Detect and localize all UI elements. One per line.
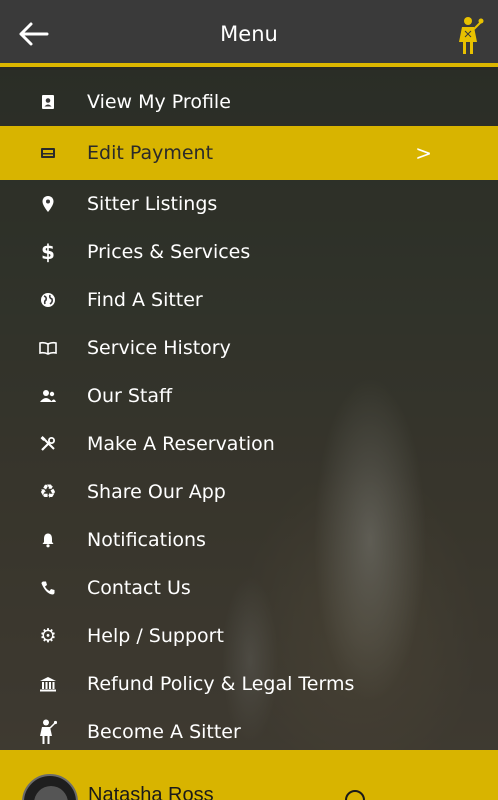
dollar-icon: $ xyxy=(41,240,55,264)
bank-icon xyxy=(36,672,60,696)
status-indicator-icon xyxy=(345,790,365,800)
app-header: Menu xyxy=(0,0,498,67)
user-name: Natasha Ross xyxy=(88,784,214,800)
menu-item-label: Find A Sitter xyxy=(87,289,203,311)
phone-icon xyxy=(36,576,60,600)
menu-item-label: Service History xyxy=(87,337,231,359)
staff-icon xyxy=(36,384,60,408)
menu-item-make-a-reservation[interactable]: Make A Reservation xyxy=(0,420,498,468)
menu-item-our-staff[interactable]: Our Staff xyxy=(0,372,498,420)
location-pin-icon xyxy=(36,192,60,216)
sitter-logo-icon xyxy=(456,16,484,56)
recycle-icon: ♻ xyxy=(39,481,57,503)
menu-item-share-our-app[interactable]: ♻ Share Our App xyxy=(0,468,498,516)
menu-item-label: Notifications xyxy=(87,529,206,551)
avatar[interactable] xyxy=(22,774,78,800)
menu-item-label: Sitter Listings xyxy=(87,193,218,215)
globe-icon xyxy=(36,288,60,312)
menu-item-refund-policy[interactable]: Refund Policy & Legal Terms xyxy=(0,660,498,708)
menu-item-label: Share Our App xyxy=(87,481,226,503)
avatar-photo xyxy=(34,786,68,800)
gear-icon: ⚙ xyxy=(39,625,57,647)
menu-item-notifications[interactable]: Notifications xyxy=(0,516,498,564)
menu-item-help-support[interactable]: ⚙ Help / Support xyxy=(0,612,498,660)
menu-item-prices-services[interactable]: $ Prices & Services xyxy=(0,228,498,276)
tools-icon xyxy=(36,432,60,456)
menu-item-find-a-sitter[interactable]: Find A Sitter xyxy=(0,276,498,324)
menu-item-label: Help / Support xyxy=(87,625,224,647)
side-menu: View My Profile Edit Payment > Sitter Li… xyxy=(0,78,498,756)
menu-item-service-history[interactable]: Service History xyxy=(0,324,498,372)
page-title: Menu xyxy=(220,22,278,46)
menu-item-contact-us[interactable]: Contact Us xyxy=(0,564,498,612)
sitter-icon xyxy=(36,719,60,744)
menu-item-label: Edit Payment xyxy=(87,142,214,164)
menu-item-label: Contact Us xyxy=(87,577,191,599)
menu-item-label: Refund Policy & Legal Terms xyxy=(87,673,355,695)
profile-card-icon xyxy=(36,90,60,114)
menu-item-sitter-listings[interactable]: Sitter Listings xyxy=(0,180,498,228)
menu-item-label: Our Staff xyxy=(87,385,173,407)
chevron-right-icon: > xyxy=(415,141,432,165)
menu-item-label: Become A Sitter xyxy=(87,721,241,743)
user-footer[interactable]: Natasha Ross xyxy=(0,750,498,800)
bell-icon xyxy=(36,528,60,552)
menu-item-view-my-profile[interactable]: View My Profile xyxy=(0,78,498,126)
book-icon xyxy=(36,336,60,360)
menu-item-become-a-sitter[interactable]: Become A Sitter xyxy=(0,708,498,756)
menu-item-label: Prices & Services xyxy=(87,241,251,263)
menu-item-label: View My Profile xyxy=(87,91,231,113)
payment-card-icon xyxy=(36,141,60,165)
menu-item-label: Make A Reservation xyxy=(87,433,275,455)
menu-item-edit-payment[interactable]: Edit Payment > xyxy=(0,126,498,180)
